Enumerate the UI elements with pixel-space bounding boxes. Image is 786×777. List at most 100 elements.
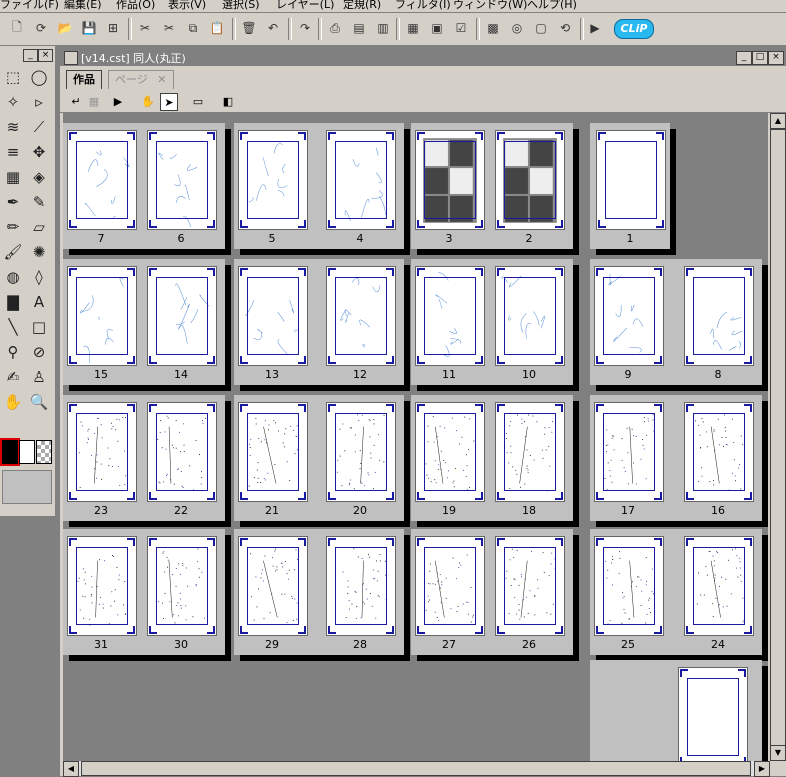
page-spread[interactable]: 19 18 <box>411 395 573 521</box>
save-icon[interactable]: 💾 <box>80 19 98 37</box>
page-thumbnail[interactable] <box>147 266 217 366</box>
play-icon[interactable]: ▶ <box>110 93 126 109</box>
page-spread[interactable]: 76 <box>63 123 225 249</box>
undo-icon[interactable]: ↶ <box>264 19 282 37</box>
page-return-icon[interactable]: ↵ <box>68 93 84 109</box>
navigator-icon[interactable]: ▣ <box>428 19 446 37</box>
page-thumbnail[interactable] <box>678 667 748 761</box>
magic-wand-icon[interactable]: ✧ <box>2 91 24 113</box>
3d-icon[interactable]: ◈ <box>28 166 50 188</box>
page-thumbnail[interactable] <box>415 402 485 502</box>
canvas-icon[interactable]: ▢ <box>532 19 550 37</box>
cut-icon[interactable]: ✂ <box>160 19 178 37</box>
hand-tool-icon[interactable]: ✋ <box>140 93 156 109</box>
brush-icon[interactable]: 🖌 <box>2 241 24 263</box>
horizontal-scroll-thumb[interactable] <box>81 761 751 776</box>
airbrush-icon[interactable]: ✺ <box>28 241 50 263</box>
paste-icon[interactable]: 📋 <box>208 19 226 37</box>
sub-color-swatch[interactable] <box>19 440 35 464</box>
page-spread[interactable] <box>590 660 762 761</box>
delete-icon[interactable]: ✂ <box>136 19 154 37</box>
page-spread[interactable]: 25 24 <box>590 529 762 655</box>
rect-select-icon[interactable]: ⬚ <box>2 66 24 88</box>
line-icon[interactable]: ╲ <box>2 316 24 338</box>
page-spread[interactable]: 27 26 <box>411 529 573 655</box>
fill-icon[interactable]: ◍ <box>2 266 24 288</box>
palette-close-button[interactable]: × <box>38 49 53 62</box>
text-icon[interactable]: A <box>28 291 50 313</box>
open-icon[interactable]: 📂 <box>56 19 74 37</box>
page-thumbnail[interactable] <box>67 536 137 636</box>
stamp-icon[interactable]: ⚲ <box>2 341 24 363</box>
page-spread[interactable]: 13 12 <box>234 259 404 385</box>
tab-page[interactable]: ページ ✕ <box>108 70 174 89</box>
page-thumbnail[interactable] <box>67 266 137 366</box>
new-page-icon[interactable]: 🗋 <box>8 19 26 37</box>
eraser-icon[interactable]: ▱ <box>28 216 50 238</box>
page-grid-icon[interactable]: ▦ <box>86 93 102 109</box>
menu-item[interactable]: 作品(O) <box>116 0 155 12</box>
window-minimize-button[interactable]: _ <box>736 51 752 65</box>
menu-item[interactable]: ウィンドウ(W) <box>453 0 527 12</box>
page-thumbnail[interactable] <box>415 266 485 366</box>
color-icon[interactable]: ▩ <box>484 19 502 37</box>
print-icon[interactable]: ⎙ <box>326 19 344 37</box>
page-thumbnail[interactable] <box>147 130 217 230</box>
rectangle-icon[interactable]: □ <box>28 316 50 338</box>
page-spread[interactable]: 23 22 <box>63 395 225 521</box>
clip-logo[interactable]: CLiP <box>614 19 654 39</box>
page-thumbnail[interactable] <box>684 266 754 366</box>
page-thumbnail[interactable] <box>326 402 396 502</box>
refresh-icon[interactable]: ⟲ <box>556 19 574 37</box>
grid-icon[interactable]: ▦ <box>2 166 24 188</box>
page-thumbnail[interactable] <box>495 266 565 366</box>
zoom-icon[interactable]: 🔍 <box>28 391 50 413</box>
menu-item[interactable]: 表示(V) <box>168 0 206 12</box>
menu-item[interactable]: 編集(E) <box>64 0 102 12</box>
lasso-icon[interactable]: ◯ <box>28 66 50 88</box>
new-book-icon[interactable]: ⟳ <box>32 19 50 37</box>
vertical-scroll-thumb[interactable] <box>770 129 786 746</box>
page-thumbnail[interactable] <box>238 402 308 502</box>
menu-item[interactable]: 定規(R) <box>343 0 381 12</box>
page-panel-icon[interactable]: ▥ <box>374 19 392 37</box>
scroll-right-icon[interactable]: ▶ <box>754 761 770 777</box>
scroll-down-icon[interactable]: ▼ <box>770 745 786 761</box>
page-spread[interactable]: 29 28 <box>234 529 404 655</box>
object-select-icon[interactable]: ▹ <box>28 91 50 113</box>
main-color-swatch[interactable] <box>0 438 20 466</box>
page-thumbnail[interactable] <box>415 130 485 230</box>
panel-view-icon[interactable]: ▭ <box>190 93 206 109</box>
redo-icon[interactable]: ↷ <box>296 19 314 37</box>
menu-item[interactable]: ファイル(F) <box>0 0 59 12</box>
layer-panel-icon[interactable]: ▦ <box>404 19 422 37</box>
page-thumbnail[interactable] <box>594 536 664 636</box>
page-thumbnail[interactable] <box>326 266 396 366</box>
horizontal-scrollbar[interactable]: ◀ ▶ <box>63 761 770 777</box>
layer-properties-icon[interactable]: ▤ <box>350 19 368 37</box>
page-spread[interactable]: 1 <box>590 123 670 249</box>
scroll-left-icon[interactable]: ◀ <box>63 761 79 777</box>
page-spread[interactable]: 54 <box>234 123 404 249</box>
page-spread[interactable]: 31 30 <box>63 529 225 655</box>
hand-icon[interactable]: ✋ <box>2 391 24 413</box>
move-icon[interactable]: ✥ <box>28 141 50 163</box>
window-maximize-button[interactable]: □ <box>752 51 768 65</box>
save-all-icon[interactable]: ⊞ <box>104 19 122 37</box>
page-spread[interactable]: 15 14 <box>63 259 225 385</box>
page-thumbnail[interactable] <box>596 130 666 230</box>
menu-item[interactable]: ヘルプ(H) <box>527 0 577 12</box>
page-spread[interactable]: 32 <box>411 123 573 249</box>
page-spread[interactable]: 17 16 <box>590 395 762 521</box>
page-thumbnail[interactable] <box>495 536 565 636</box>
page-thumbnail[interactable] <box>147 402 217 502</box>
pointer-tool-icon[interactable]: ➤ <box>160 93 178 111</box>
clear-icon[interactable]: 🗑 <box>240 19 258 37</box>
page-thumbnail[interactable] <box>594 266 664 366</box>
page-thumbnail[interactable] <box>238 536 308 636</box>
page-thumbnail[interactable] <box>238 130 308 230</box>
pattern-icon[interactable]: ◊ <box>28 266 50 288</box>
page-spread[interactable]: 11 10 <box>411 259 573 385</box>
page-thumbnail[interactable] <box>67 130 137 230</box>
layer-move-icon[interactable]: ≋ <box>2 116 24 138</box>
